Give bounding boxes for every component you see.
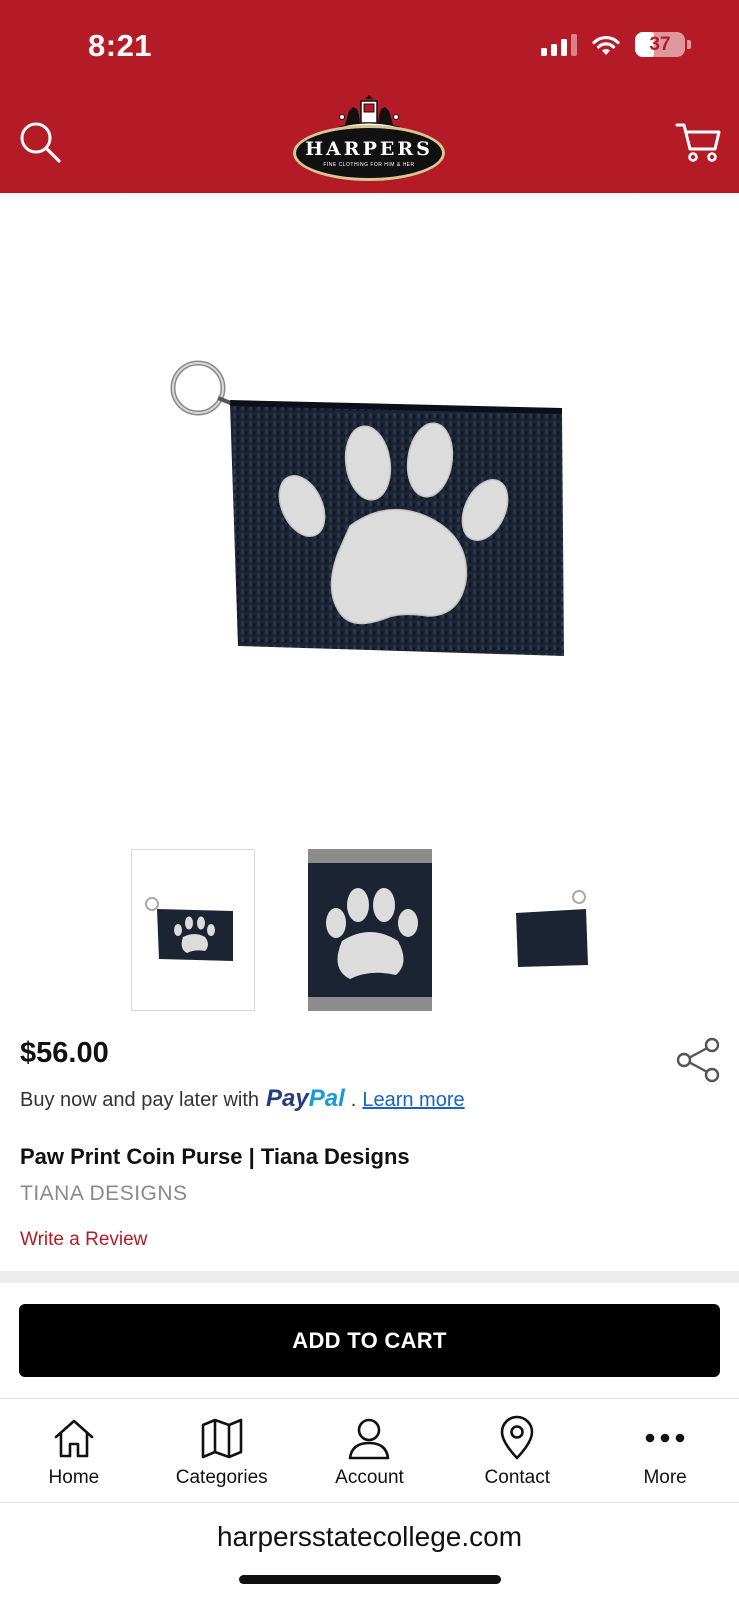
paypal-logo-pay: Pay bbox=[266, 1085, 309, 1112]
coin-purse-image bbox=[170, 360, 564, 656]
cart-button[interactable] bbox=[673, 118, 723, 166]
nav-label: Home bbox=[48, 1467, 100, 1488]
logo-tagline: FINE CLOTHING FOR HIM & HER bbox=[323, 162, 415, 168]
write-review-link[interactable]: Write a Review bbox=[20, 1229, 147, 1251]
thumbnail-1[interactable] bbox=[131, 849, 255, 1011]
product-price: $56.00 bbox=[20, 1037, 109, 1069]
bottom-navigation: Home Categories Account Contact More bbox=[0, 1398, 739, 1502]
nav-categories[interactable]: Categories bbox=[148, 1399, 296, 1502]
paypal-logo: PayPal bbox=[266, 1085, 345, 1113]
nav-more[interactable]: More bbox=[591, 1399, 739, 1502]
section-divider bbox=[0, 1271, 739, 1283]
battery-icon: 37 bbox=[635, 32, 685, 57]
product-title: Paw Print Coin Purse | Tiana Designs bbox=[20, 1144, 410, 1169]
logo-oval: HARPERS FINE CLOTHING FOR HIM & HER bbox=[293, 125, 445, 181]
add-to-cart-button[interactable]: ADD TO CART bbox=[19, 1304, 720, 1377]
nav-label: More bbox=[643, 1467, 687, 1488]
paypal-text: Buy now and pay later with bbox=[20, 1089, 260, 1111]
wifi-icon bbox=[592, 35, 620, 55]
thumbnail-image bbox=[145, 897, 233, 961]
search-icon bbox=[20, 122, 61, 163]
home-icon bbox=[54, 1419, 94, 1458]
harpers-logo[interactable]: SINCE 1965 HARPERS FINE CLOTHING FOR HIM… bbox=[293, 95, 445, 187]
location-pin-icon bbox=[500, 1415, 534, 1460]
paypal-message: Buy now and pay later with PayPal . Lear… bbox=[20, 1085, 465, 1113]
nav-label: Categories bbox=[175, 1467, 268, 1488]
battery-level: 37 bbox=[649, 33, 671, 55]
status-indicators: 37 bbox=[541, 32, 691, 57]
cellular-signal-icon bbox=[541, 33, 577, 56]
url-text[interactable]: harpersstatecollege.com bbox=[0, 1521, 739, 1553]
share-icon bbox=[676, 1037, 720, 1083]
nav-account[interactable]: Account bbox=[296, 1399, 444, 1502]
thumbnail-3[interactable] bbox=[484, 849, 608, 1011]
user-icon bbox=[349, 1418, 390, 1460]
thumbnail-strip bbox=[0, 849, 739, 1011]
more-dots-icon bbox=[645, 1433, 685, 1443]
product-main-image[interactable] bbox=[0, 193, 739, 823]
thumbnail-2[interactable] bbox=[308, 849, 432, 1011]
nav-home[interactable]: Home bbox=[0, 1399, 148, 1502]
nav-label: Account bbox=[335, 1467, 404, 1488]
app-header: 8:21 37 HARPERS FINE CLOTHING FOR HIM & … bbox=[0, 0, 739, 193]
learn-more-link[interactable]: Learn more bbox=[362, 1089, 464, 1112]
map-icon bbox=[201, 1418, 242, 1459]
share-button[interactable] bbox=[675, 1037, 721, 1083]
home-indicator[interactable] bbox=[239, 1575, 501, 1584]
browser-url-bar[interactable]: harpersstatecollege.com bbox=[0, 1502, 739, 1600]
search-button[interactable] bbox=[16, 118, 64, 166]
paypal-logo-pal: Pal bbox=[308, 1085, 345, 1112]
nav-contact[interactable]: Contact bbox=[443, 1399, 591, 1502]
cart-icon bbox=[675, 123, 721, 162]
status-time: 8:21 bbox=[88, 28, 153, 63]
logo-name: HARPERS bbox=[305, 138, 433, 160]
thumbnail-image bbox=[308, 849, 432, 1011]
nav-label: Contact bbox=[484, 1467, 551, 1488]
thumbnail-image bbox=[516, 890, 588, 967]
paypal-dot: . bbox=[350, 1089, 357, 1111]
product-brand[interactable]: TIANA DESIGNS bbox=[20, 1182, 188, 1206]
